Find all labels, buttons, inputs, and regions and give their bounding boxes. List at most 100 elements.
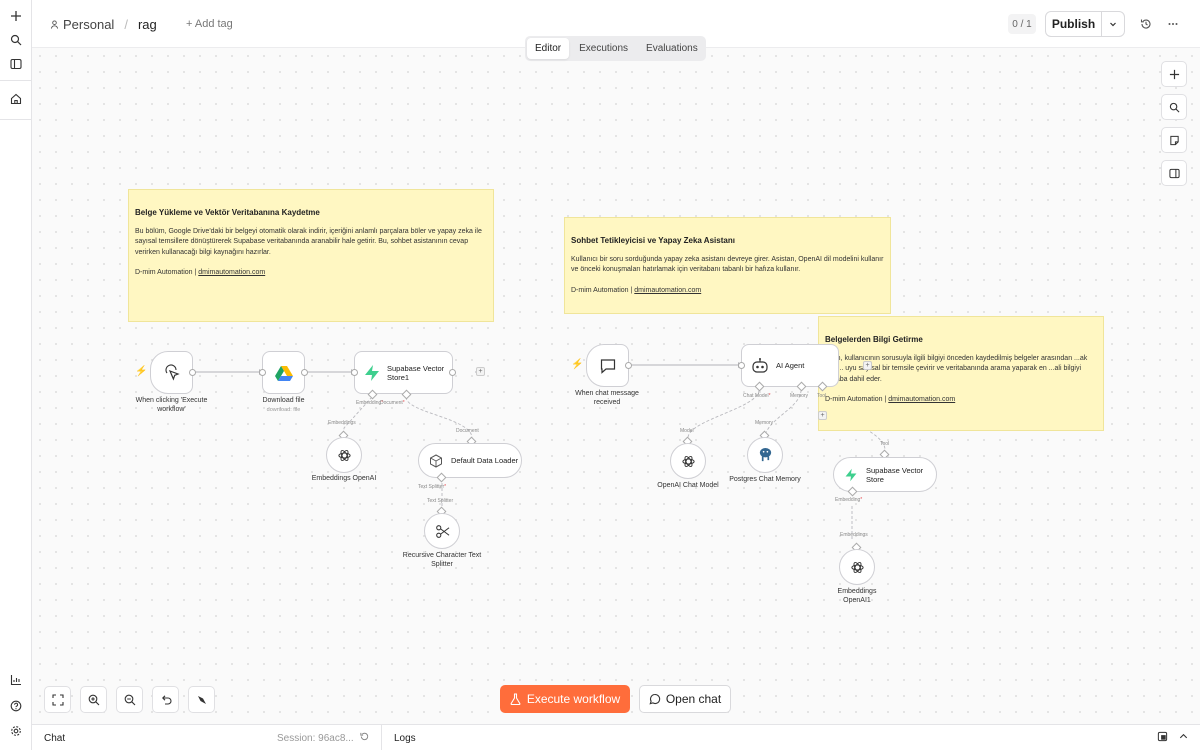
workflow-canvas[interactable]: Belge Yükleme ve Vektör Veritabanına Kay… [32,48,1200,724]
toggle-panel-button[interactable] [1161,160,1187,186]
chevron-down-icon[interactable] [1102,12,1124,36]
port-label-embedding2: Embedding* [835,497,862,503]
port-text: Document [380,400,403,406]
tidy-up-button[interactable] [188,686,215,713]
search-nodes-button[interactable] [1161,94,1187,120]
chat-panel-title[interactable]: Chat [44,733,65,744]
sticky-credit: D-mim Automation | dmimautomation.com [825,395,1097,406]
reset-session-icon[interactable] [359,731,370,745]
port-text: Chat Model [743,393,769,399]
google-drive-icon [274,365,293,381]
execute-workflow-button[interactable]: Execute workflow [500,685,630,713]
node-openai-chat-model[interactable] [670,443,706,479]
node-chat-trigger[interactable] [586,344,629,387]
add-node-button[interactable] [1161,61,1187,87]
sticky-note-icon [1169,135,1179,145]
output-handle[interactable] [449,369,456,376]
add-tool-icon[interactable]: + [818,411,827,420]
scissors-icon [435,524,449,538]
sticky-credit: D-mim Automation | dmimautomation.com [571,286,884,297]
credit-text: D-mim Automation | [135,269,199,276]
search-icon[interactable] [4,28,28,52]
sticky-note-upload[interactable]: Belge Yükleme ve Vektör Veritabanına Kay… [128,189,494,322]
port-label-chat-model: Chat Model* [743,393,771,399]
panel-icon [1168,168,1180,178]
more-icon[interactable] [1163,14,1183,34]
node-download-file[interactable] [262,351,305,394]
add-sticky-button[interactable] [1161,127,1187,153]
node-label: When chat message received [575,390,639,406]
home-icon[interactable] [4,87,28,111]
sticky-note-chat[interactable]: Sohbet Tetikleyicisi ve Yapay Zeka Asist… [564,217,891,314]
output-handle[interactable] [301,369,308,376]
plus-icon [1169,69,1179,79]
tab-editor[interactable]: Editor [527,38,570,59]
fit-view-button[interactable] [44,686,71,713]
input-handle[interactable] [259,369,266,376]
node-embeddings-openai1[interactable] [839,549,875,585]
sidebar-toggle-icon[interactable] [4,52,28,76]
breadcrumb-separator: / [124,17,128,32]
publish-button-group: Publish [1045,11,1125,37]
sticky-body: Bu bölüm, Google Drive'daki bir belgeyi … [135,227,482,256]
openai-icon [850,561,864,573]
node-manual-trigger[interactable] [150,351,193,394]
credit-link[interactable]: dmimautomation.com [198,269,265,276]
node-postgres-chat-memory[interactable] [747,437,783,473]
sticky-note-retrieval[interactable]: Belgelerden Bilgi Getirme ...tan, kullan… [818,316,1104,431]
required-star: * [768,393,771,399]
help-icon[interactable] [4,694,28,718]
zoom-out-icon [124,694,135,705]
port-label-model: Model [680,428,694,434]
add-icon[interactable] [4,4,28,28]
pointer-click-icon [164,364,180,381]
node-supabase-vector-store1[interactable]: Supabase Vector Store1 [354,351,453,394]
node-supabase-vector-store[interactable]: Supabase Vector Store [833,457,937,492]
input-handle[interactable] [738,362,745,369]
wand-icon [197,695,206,704]
rail-divider [0,80,32,81]
undo-button[interactable] [152,686,179,713]
tab-executions[interactable]: Executions [571,38,636,59]
output-handle[interactable] [625,362,632,369]
add-tag-button[interactable]: + Add tag [186,18,233,30]
zoom-out-button[interactable] [116,686,143,713]
node-default-data-loader[interactable]: Default Data Loader [418,443,522,478]
session-id: Session: 96ac8... [277,733,354,744]
trigger-bolt-icon: ⚡ [571,359,584,370]
credit-link[interactable]: dmimautomation.com [634,287,701,294]
open-chat-button[interactable]: Open chat [639,685,731,713]
history-icon[interactable] [1136,14,1156,34]
credit-link[interactable]: dmimautomation.com [888,396,955,403]
logs-panel-title[interactable]: Logs [394,733,416,744]
add-node-icon[interactable]: + [863,361,872,370]
input-handle[interactable] [351,369,358,376]
footer-divider [381,725,382,750]
rail-divider [0,119,32,120]
zoom-in-button[interactable] [80,686,107,713]
publish-button[interactable]: Publish [1046,12,1102,36]
chat-bubble-icon [649,693,660,705]
port-label-embeddings2: Embeddings [840,532,868,538]
left-rail [0,0,32,750]
tab-evaluations[interactable]: Evaluations [638,38,706,59]
open-chat-label: Open chat [665,692,722,706]
node-title: Supabase Vector Store1 [387,363,445,382]
pop-out-icon[interactable] [1157,731,1168,745]
node-ai-agent[interactable]: AI Agent [741,344,839,387]
node-text-splitter[interactable] [424,513,460,549]
add-node-icon[interactable]: + [476,367,485,376]
settings-icon[interactable] [4,719,28,743]
breadcrumb-project[interactable]: rag [138,17,157,32]
chevron-up-icon[interactable] [1178,731,1189,745]
output-handle[interactable] [189,369,196,376]
credit-text: D-mim Automation | [571,286,635,294]
node-label: Postgres Chat Memory [729,476,801,483]
port-label-memory: Memory [790,393,809,399]
openai-icon [337,449,351,461]
node-label: When clicking 'Execute workflow' [135,397,208,413]
insights-icon[interactable] [4,668,28,692]
sticky-body: Kullanıcı bir soru sorduğunda yapay zeka… [571,255,884,274]
node-embeddings-openai[interactable] [326,437,362,473]
breadcrumb-personal[interactable]: Personal [63,17,114,32]
